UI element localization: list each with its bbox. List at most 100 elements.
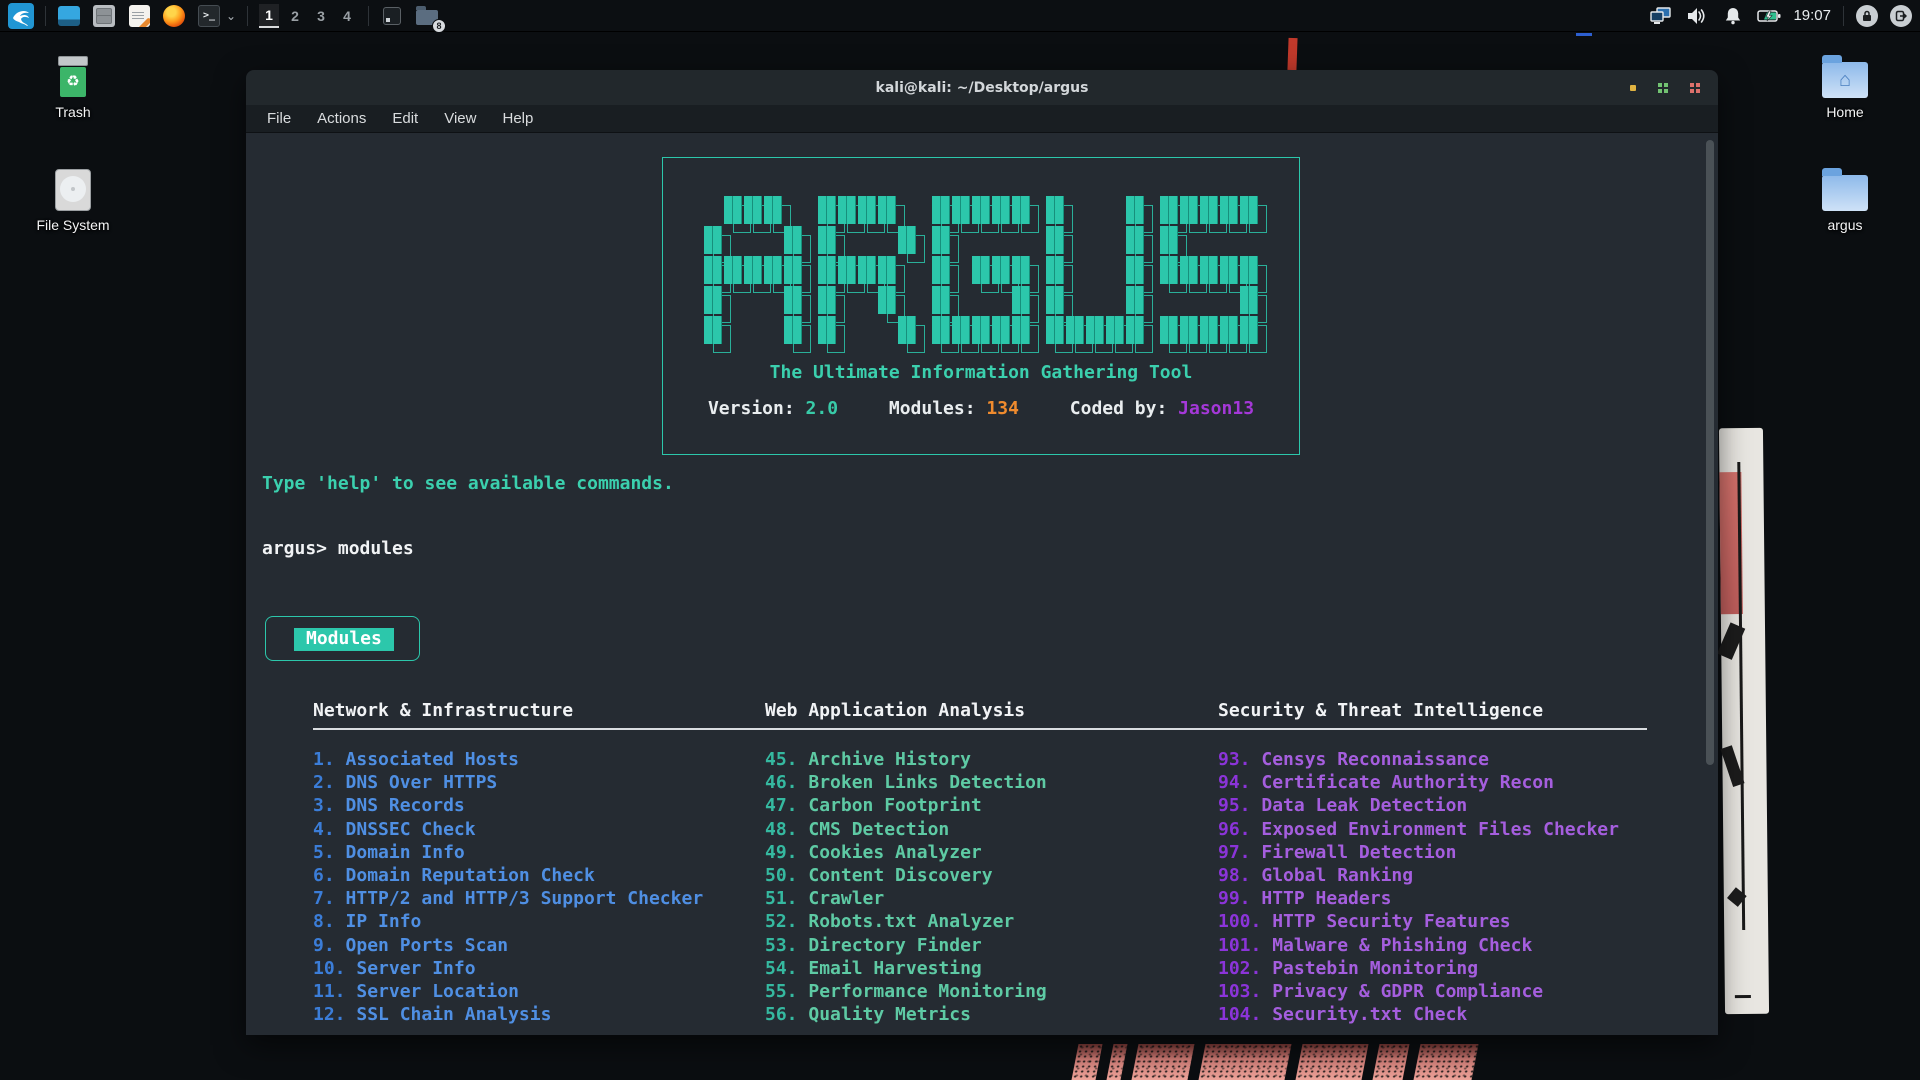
module-item: 101. Malware & Phishing Check (1218, 934, 1619, 957)
modules-count: 134 (986, 398, 1019, 419)
workspace-button-1[interactable]: 1 (259, 4, 279, 28)
notifications-bell-icon[interactable] (1721, 4, 1745, 28)
module-item: 53. Directory Finder (765, 934, 1047, 957)
workspace-button-3[interactable]: 3 (311, 4, 331, 28)
version-label: Version: (708, 398, 795, 419)
module-item: 54. Email Harvesting (765, 957, 1047, 980)
scrollbar-track[interactable] (1704, 137, 1716, 1031)
workspace-button-4[interactable]: 4 (337, 4, 357, 28)
desktop-icon-home[interactable]: ⌂ Home (1797, 52, 1893, 120)
panel-separator (247, 6, 248, 26)
modules-badge: Modules (294, 628, 394, 651)
author-name: Jason13 (1178, 398, 1254, 419)
maximize-button[interactable] (1658, 83, 1668, 93)
home-folder-icon: ⌂ (1822, 62, 1868, 98)
top-panel: >_ ⌄ 1234 8 (0, 0, 1920, 32)
volume-icon[interactable] (1685, 4, 1709, 28)
launcher-dropdown-chevron-icon[interactable]: ⌄ (226, 9, 236, 23)
kali-menu-icon[interactable] (8, 3, 34, 29)
module-item: 99. HTTP Headers (1218, 887, 1619, 910)
text-editor-icon[interactable] (127, 4, 151, 28)
module-item: 8. IP Info (313, 910, 703, 933)
panel-separator (45, 6, 46, 26)
column-header: Web Application Analysis (765, 700, 1212, 721)
column-header: Network & Infrastructure (313, 700, 760, 721)
file-manager-window-button[interactable]: 8 (415, 4, 439, 28)
battery-charging-icon[interactable] (1757, 4, 1781, 28)
logo-letter-A (704, 196, 802, 344)
menu-edit[interactable]: Edit (383, 107, 427, 130)
close-button[interactable] (1690, 83, 1700, 93)
module-item: 3. DNS Records (313, 794, 703, 817)
wallpaper-art-fragment (1576, 33, 1592, 36)
logo-letter-S (1160, 196, 1258, 344)
modules-label: Modules: (889, 398, 976, 419)
menu-view[interactable]: View (435, 107, 485, 130)
logo-letter-U (1046, 196, 1144, 344)
display-settings-icon[interactable] (1649, 4, 1673, 28)
modules-badge-box: Modules (265, 616, 420, 661)
module-item: 94. Certificate Authority Recon (1218, 771, 1619, 794)
module-item: 104. Security.txt Check (1218, 1003, 1619, 1026)
show-desktop-icon[interactable] (57, 4, 81, 28)
argus-folder-icon (1822, 175, 1868, 211)
argus-ascii-logo (663, 196, 1299, 344)
prompt: argus> (262, 538, 327, 559)
workspace-button-2[interactable]: 2 (285, 4, 305, 28)
desktop-window-button[interactable] (380, 4, 404, 28)
module-item: 97. Firewall Detection (1218, 841, 1619, 864)
logo-letter-R (818, 196, 916, 344)
logout-button[interactable] (1890, 5, 1912, 27)
module-item: 100. HTTP Security Features (1218, 910, 1619, 933)
firefox-icon[interactable] (162, 4, 186, 28)
module-item: 11. Server Location (313, 980, 703, 1003)
module-item: 6. Domain Reputation Check (313, 864, 703, 887)
module-item: 98. Global Ranking (1218, 864, 1619, 887)
module-column-1: Network & Infrastructure1. Associated Ho… (313, 700, 760, 721)
terminal-launcher-icon[interactable]: >_ (197, 4, 221, 28)
terminal-content: The Ultimate Information Gathering Tool … (246, 133, 1718, 1035)
module-item: 46. Broken Links Detection (765, 771, 1047, 794)
lock-icon (1861, 10, 1873, 22)
help-hint-text: Type 'help' to see available commands. (262, 473, 674, 494)
module-item: 5. Domain Info (313, 841, 703, 864)
typed-command: modules (338, 538, 414, 559)
file-manager-icon[interactable] (92, 4, 116, 28)
window-titlebar[interactable]: kali@kali: ~/Desktop/argus (246, 70, 1718, 105)
module-item: 2. DNS Over HTTPS (313, 771, 703, 794)
module-item: 45. Archive History (765, 748, 1047, 771)
workspace-switcher: 1234 (259, 4, 357, 28)
minimize-button[interactable] (1630, 85, 1636, 91)
logo-letter-G (932, 196, 1030, 344)
module-item: 55. Performance Monitoring (765, 980, 1047, 1003)
lock-screen-button[interactable] (1856, 5, 1878, 27)
module-item: 9. Open Ports Scan (313, 934, 703, 957)
logout-icon (1895, 10, 1907, 22)
module-item: 102. Pastebin Monitoring (1218, 957, 1619, 980)
menu-file[interactable]: File (258, 107, 300, 130)
desktop-icon-label: File System (25, 217, 121, 233)
terminal-window: kali@kali: ~/Desktop/argus File Actions Ed… (246, 70, 1718, 1035)
desktop-icon-argus[interactable]: argus (1797, 165, 1893, 233)
menu-actions[interactable]: Actions (308, 107, 375, 130)
prompt-line: argus> modules (262, 538, 414, 559)
window-title: kali@kali: ~/Desktop/argus (876, 80, 1089, 96)
scrollbar-thumb[interactable] (1706, 140, 1714, 765)
module-item: 103. Privacy & GDPR Compliance (1218, 980, 1619, 1003)
module-item: 56. Quality Metrics (765, 1003, 1047, 1026)
module-item: 48. CMS Detection (765, 818, 1047, 841)
module-column-3: Security & Threat Intelligence93. Censys… (1218, 700, 1665, 721)
argus-banner-box: The Ultimate Information Gathering Tool … (662, 157, 1300, 455)
header-underline (313, 728, 1647, 730)
wallpaper-art-fragment (1287, 38, 1297, 70)
desktop-icon-file-system[interactable]: File System (25, 165, 121, 233)
menu-help[interactable]: Help (493, 107, 542, 130)
module-item: 12. SSL Chain Analysis (313, 1003, 703, 1026)
desktop-icon-trash[interactable]: ♻ Trash (25, 52, 121, 120)
module-item: 49. Cookies Analyzer (765, 841, 1047, 864)
module-item: 50. Content Discovery (765, 864, 1047, 887)
clock[interactable]: 19:07 (1793, 7, 1831, 24)
trash-icon: ♻ (56, 56, 90, 98)
notification-badge: 8 (432, 19, 446, 33)
argus-tagline: The Ultimate Information Gathering Tool (663, 362, 1299, 383)
